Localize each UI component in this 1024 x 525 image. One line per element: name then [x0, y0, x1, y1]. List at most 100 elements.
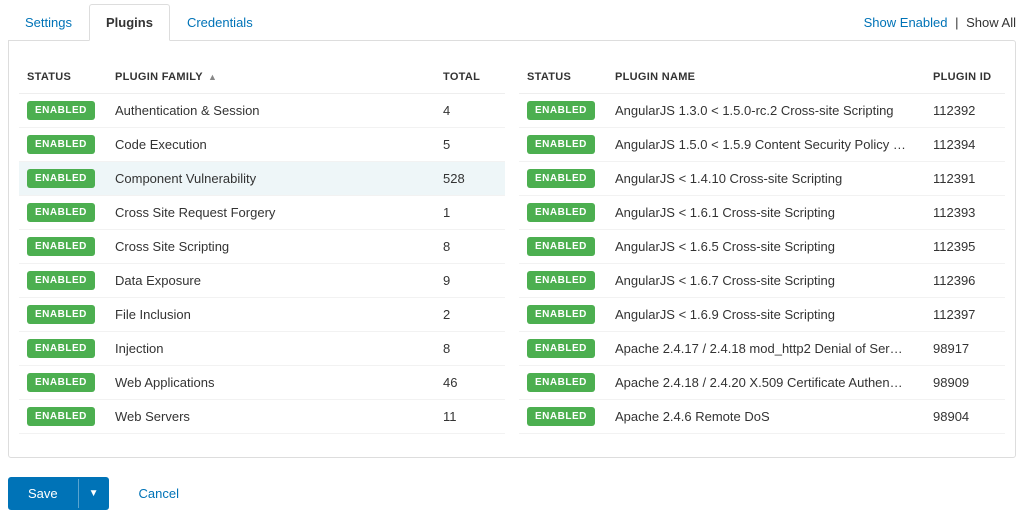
status-cell: ENABLED [519, 332, 607, 366]
status-badge[interactable]: ENABLED [527, 101, 595, 120]
status-badge[interactable]: ENABLED [27, 407, 95, 426]
status-cell: ENABLED [519, 94, 607, 128]
status-badge[interactable]: ENABLED [27, 373, 95, 392]
table-row[interactable]: ENABLED AngularJS < 1.6.9 Cross-site Scri… [519, 298, 1005, 332]
status-cell: ENABLED [19, 128, 107, 162]
sort-asc-icon: ▲ [208, 72, 217, 82]
table-row[interactable]: ENABLEDApache 2.4.6 Remote DoS98904 [519, 400, 1005, 434]
plugin-id-cell: 112393 [925, 196, 1005, 230]
plugin-list-table: STATUS PLUGIN NAME PLUGIN ID ENABLEDAngu… [519, 61, 1005, 434]
plugin-name-cell: Apache 2.4.17 / 2.4.18 mod_http2 Denial … [607, 332, 925, 366]
plugin-name-cell: Apache 2.4.18 / 2.4.20 X.509 Certificate… [607, 366, 925, 400]
family-cell: Component Vulnerability [107, 162, 435, 196]
status-badge[interactable]: ENABLED [27, 237, 95, 256]
status-badge[interactable]: ENABLED [27, 169, 95, 188]
table-row[interactable]: ENABLED AngularJS < 1.6.7 Cross-site Scri… [519, 264, 1005, 298]
table-row[interactable]: ENABLED Apache 2.4.17 / 2.4.18 mod_http2 … [519, 332, 1005, 366]
table-row[interactable]: ENABLED Authentication & Session4 [19, 94, 505, 128]
col-header-name[interactable]: PLUGIN NAME [607, 61, 925, 94]
show-enabled-link[interactable]: Show Enabled [864, 15, 948, 30]
status-badge[interactable]: ENABLED [527, 237, 595, 256]
status-cell: ENABLED [519, 400, 607, 434]
table-row[interactable]: ENABLEDWeb Applications46 [19, 366, 505, 400]
col-header-total[interactable]: TOTAL [435, 61, 505, 94]
plugin-id-cell: 112397 [925, 298, 1005, 332]
tab-plugins[interactable]: Plugins [89, 4, 170, 41]
table-row[interactable]: ENABLED AngularJS 1.3.0 < 1.5.0-rc.2 Cros… [519, 94, 1005, 128]
plugin-id-cell: 98904 [925, 400, 1005, 434]
plugin-name-cell: AngularJS < 1.6.1 Cross-site Scripting [607, 196, 925, 230]
plugin-id-cell: 112396 [925, 264, 1005, 298]
plugin-id-cell: 112391 [925, 162, 1005, 196]
table-row[interactable]: ENABLEDWeb Servers11 [19, 400, 505, 434]
status-badge[interactable]: ENABLED [527, 373, 595, 392]
table-row[interactable]: ENABLEDCross Site Scripting8 [19, 230, 505, 264]
status-badge[interactable]: ENABLED [527, 339, 595, 358]
status-cell: ENABLED [19, 94, 107, 128]
plugin-family-scroll[interactable]: STATUS PLUGIN FAMILY ▲ TOTAL ENABLED Auth… [19, 61, 505, 447]
plugin-name-cell: AngularJS 1.3.0 < 1.5.0-rc.2 Cross-site … [607, 94, 925, 128]
total-cell: 5 [435, 128, 505, 162]
status-badge[interactable]: ENABLED [27, 135, 95, 154]
plugin-family-panel: STATUS PLUGIN FAMILY ▲ TOTAL ENABLED Auth… [19, 61, 505, 447]
total-cell: 1 [435, 196, 505, 230]
family-cell: File Inclusion [107, 298, 435, 332]
total-cell: 8 [435, 332, 505, 366]
tab-bar: Settings Plugins Credentials [8, 4, 270, 41]
table-row[interactable]: ENABLEDData Exposure9 [19, 264, 505, 298]
status-badge[interactable]: ENABLED [527, 203, 595, 222]
save-button-label: Save [8, 477, 78, 510]
show-all-link[interactable]: Show All [966, 15, 1016, 30]
status-badge[interactable]: ENABLED [27, 203, 95, 222]
status-badge[interactable]: ENABLED [27, 101, 95, 120]
total-cell: 2 [435, 298, 505, 332]
save-dropdown-caret-icon[interactable]: ▼ [78, 479, 109, 508]
table-row[interactable]: ENABLEDAngularJS < 1.4.10 Cross-site Scr… [519, 162, 1005, 196]
status-badge[interactable]: ENABLED [527, 135, 595, 154]
family-cell: Code Execution [107, 128, 435, 162]
col-header-family-label: PLUGIN FAMILY [115, 71, 203, 83]
table-row[interactable]: ENABLED Code Execution5 [19, 128, 505, 162]
plugin-id-cell: 98909 [925, 366, 1005, 400]
table-row[interactable]: ENABLED Apache 2.4.18 / 2.4.20 X.509 Cert… [519, 366, 1005, 400]
plugin-name-cell: AngularJS < 1.6.5 Cross-site Scripting [607, 230, 925, 264]
col-header-status[interactable]: STATUS [19, 61, 107, 94]
table-row[interactable]: ENABLED AngularJS < 1.6.1 Cross-site Scri… [519, 196, 1005, 230]
plugin-list-panel: STATUS PLUGIN NAME PLUGIN ID ENABLEDAngu… [519, 61, 1005, 447]
status-badge[interactable]: ENABLED [27, 339, 95, 358]
tab-settings[interactable]: Settings [8, 4, 89, 41]
col-header-family[interactable]: PLUGIN FAMILY ▲ [107, 61, 435, 94]
family-cell: Cross Site Scripting [107, 230, 435, 264]
table-row[interactable]: ENABLED AngularJS < 1.6.5 Cross-site Scri… [519, 230, 1005, 264]
total-cell: 4 [435, 94, 505, 128]
table-row[interactable]: ENABLED Component Vulnerability528 [19, 162, 505, 196]
total-cell: 528 [435, 162, 505, 196]
status-badge[interactable]: ENABLED [527, 169, 595, 188]
status-cell: ENABLED [19, 264, 107, 298]
cancel-link[interactable]: Cancel [139, 486, 179, 501]
save-button[interactable]: Save ▼ [8, 477, 109, 510]
total-cell: 46 [435, 366, 505, 400]
plugins-content: STATUS PLUGIN FAMILY ▲ TOTAL ENABLED Auth… [8, 40, 1016, 458]
status-badge[interactable]: ENABLED [27, 271, 95, 290]
family-cell: Authentication & Session [107, 94, 435, 128]
col-header-status[interactable]: STATUS [519, 61, 607, 94]
plugin-list-scroll[interactable]: STATUS PLUGIN NAME PLUGIN ID ENABLEDAngu… [519, 61, 1005, 447]
table-row[interactable]: ENABLED File Inclusion2 [19, 298, 505, 332]
tab-credentials[interactable]: Credentials [170, 4, 270, 41]
status-badge[interactable]: ENABLED [27, 305, 95, 324]
plugin-family-table: STATUS PLUGIN FAMILY ▲ TOTAL ENABLED Auth… [19, 61, 505, 434]
table-row[interactable]: ENABLEDCross Site Request Forgery1 [19, 196, 505, 230]
status-badge[interactable]: ENABLED [527, 407, 595, 426]
status-cell: ENABLED [19, 196, 107, 230]
table-row[interactable]: ENABLEDAngularJS 1.5.0 < 1.5.9 Content S… [519, 128, 1005, 162]
plugin-name-cell: AngularJS < 1.6.9 Cross-site Scripting [607, 298, 925, 332]
table-row[interactable]: ENABLEDInjection8 [19, 332, 505, 366]
status-badge[interactable]: ENABLED [527, 305, 595, 324]
status-cell: ENABLED [519, 230, 607, 264]
family-cell: Data Exposure [107, 264, 435, 298]
col-header-id[interactable]: PLUGIN ID [925, 61, 1005, 94]
status-badge[interactable]: ENABLED [527, 271, 595, 290]
plugin-name-cell: AngularJS < 1.6.7 Cross-site Scripting [607, 264, 925, 298]
status-cell: ENABLED [519, 162, 607, 196]
